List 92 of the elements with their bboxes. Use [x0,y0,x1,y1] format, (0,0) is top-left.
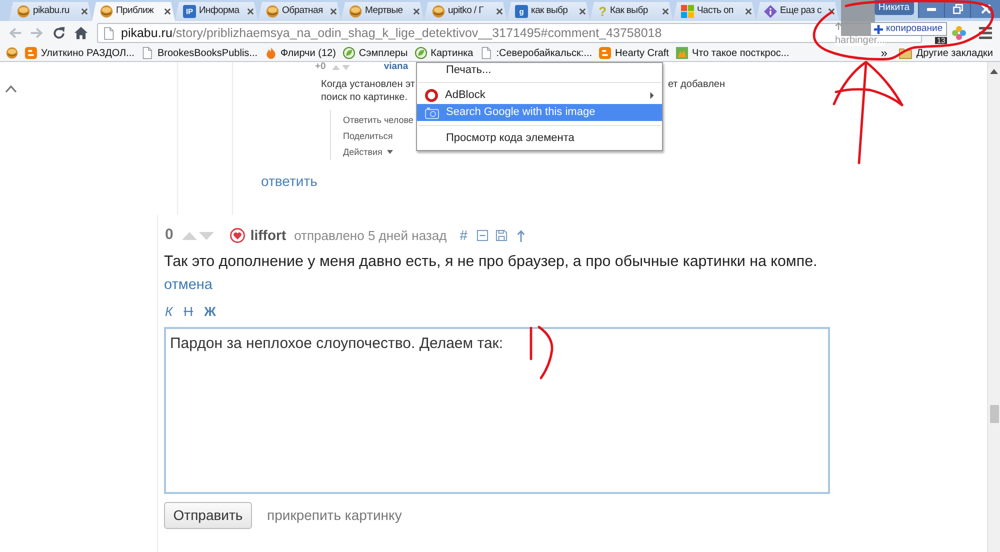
hand-drawn-scribble [530,326,554,380]
close-icon[interactable] [413,8,420,15]
reply-link[interactable]: ответить [261,173,318,189]
scroll-up-icon[interactable] [990,69,998,74]
collapse-icon[interactable] [476,230,488,241]
close-icon[interactable] [662,8,669,15]
submenu-arrow-icon [650,92,654,99]
home-icon [74,26,88,40]
drag-caption: harbinger... [835,36,886,46]
close-icon[interactable] [81,8,88,15]
browser-tab[interactable]: Обратная [258,2,341,21]
close-icon[interactable] [745,8,752,15]
plus-icon [874,24,883,34]
comment-text: ет добавлен [668,78,725,91]
action-link[interactable]: Поделиться [343,128,393,144]
leaf-icon [414,47,427,59]
close-icon[interactable] [247,8,254,15]
bookmark-item[interactable]: :Северобайкальск:... [480,46,592,60]
menu-icon[interactable] [979,27,992,39]
page-icon [103,26,114,40]
bookmark-item[interactable]: Флирчи (12) [264,46,336,60]
author-link[interactable]: liffort [250,225,286,246]
menu-item[interactable]: AdBlock [417,87,662,104]
cancel-link[interactable]: отмена [164,276,212,294]
browser-tab[interactable]: Часть оп [673,2,756,21]
close-icon[interactable] [579,8,586,15]
flame-icon [264,47,277,59]
overflow-chevron[interactable]: » [880,47,888,59]
close-icon [980,4,990,14]
attach-link[interactable]: прикрепить картинку [267,505,402,526]
format-button[interactable]: Н [182,304,194,319]
menu-item[interactable]: Печать... [417,63,662,78]
action-link[interactable]: Действия [343,144,394,160]
format-button[interactable]: К [164,304,174,319]
bookmark-item[interactable] [6,47,18,59]
cookie-icon [432,5,445,18]
menu-item[interactable]: Просмотр кода элемента [417,130,662,147]
cookie-icon [349,5,362,18]
comment-field[interactable]: Пардон за неплохое слоупочество. Делаем так: [164,327,830,494]
caret-icon [387,150,394,154]
browser-tab[interactable]: Еще раз с [756,2,839,21]
vote-arrows-icon [332,64,350,70]
action-link[interactable]: Ответить челове [343,112,414,128]
back-icon [8,26,22,40]
leaf-icon [342,47,355,59]
up-arrow-icon [835,22,842,30]
bookmark-item[interactable]: Улиткино РАЗДОЛ... [25,46,134,60]
flower-icon[interactable] [952,26,966,40]
up-arrow-icon[interactable] [516,230,524,242]
info-diamond-icon [764,5,777,18]
cookie-icon [266,5,279,18]
minimize-icon [927,8,936,10]
picture-icon [676,47,688,59]
close-icon[interactable] [330,8,337,15]
scrollbar-track[interactable] [987,62,1000,552]
ring-icon [425,89,438,102]
reload-icon [52,26,66,40]
camera-icon [425,106,439,118]
browser-tab[interactable]: upitko / Г [424,2,507,21]
author-name: viana [384,62,408,72]
browser-tab[interactable]: Мертвые [341,2,424,21]
browser-tab[interactable]: pikabu.ru [9,2,92,21]
cookie-icon [100,5,113,18]
cookie-icon [6,47,18,59]
anchor-link[interactable]: # [460,225,468,246]
bookmark-item[interactable]: Картинка [414,46,474,60]
site-logo: ? [598,5,607,18]
browser-tab[interactable]: Приближ [92,2,175,21]
bookmark-item[interactable]: Что такое посткрос... [676,46,790,60]
chevron-up-icon[interactable] [5,85,17,93]
close-icon[interactable] [828,8,835,15]
cookie-icon [17,5,30,18]
vote-score: +0 [315,62,326,72]
four-squares-icon [681,5,694,18]
submit-button[interactable]: Отправить [164,502,252,529]
bookmark-item[interactable]: Hearty Craft [599,46,669,60]
browser-tab[interactable]: ? Как выбр [590,2,673,21]
comment-text: поиск по картинке. [321,91,408,104]
forward-icon [30,26,44,40]
comment-text: Когда установлен эт [321,78,416,91]
scrollbar-thumb[interactable] [990,405,998,423]
bookmark-folder[interactable]: Другие закладки [899,46,993,60]
restore-icon [952,4,962,14]
vote-score: 0 [165,225,174,246]
comment-text: Так это дополнение у меня давно есть, я не про браузер, а про обычные картинки на компе. [164,252,818,271]
post-time: отправлено 5 дней назад [294,226,447,245]
bookmark-item[interactable]: Сэмплеры [342,46,408,60]
format-button[interactable]: Ж [203,304,217,319]
bookmark-item[interactable]: BrookesBooksPublis... [141,46,258,60]
save-icon[interactable] [496,230,506,241]
close-icon[interactable] [164,8,171,15]
close-icon[interactable] [496,8,503,15]
